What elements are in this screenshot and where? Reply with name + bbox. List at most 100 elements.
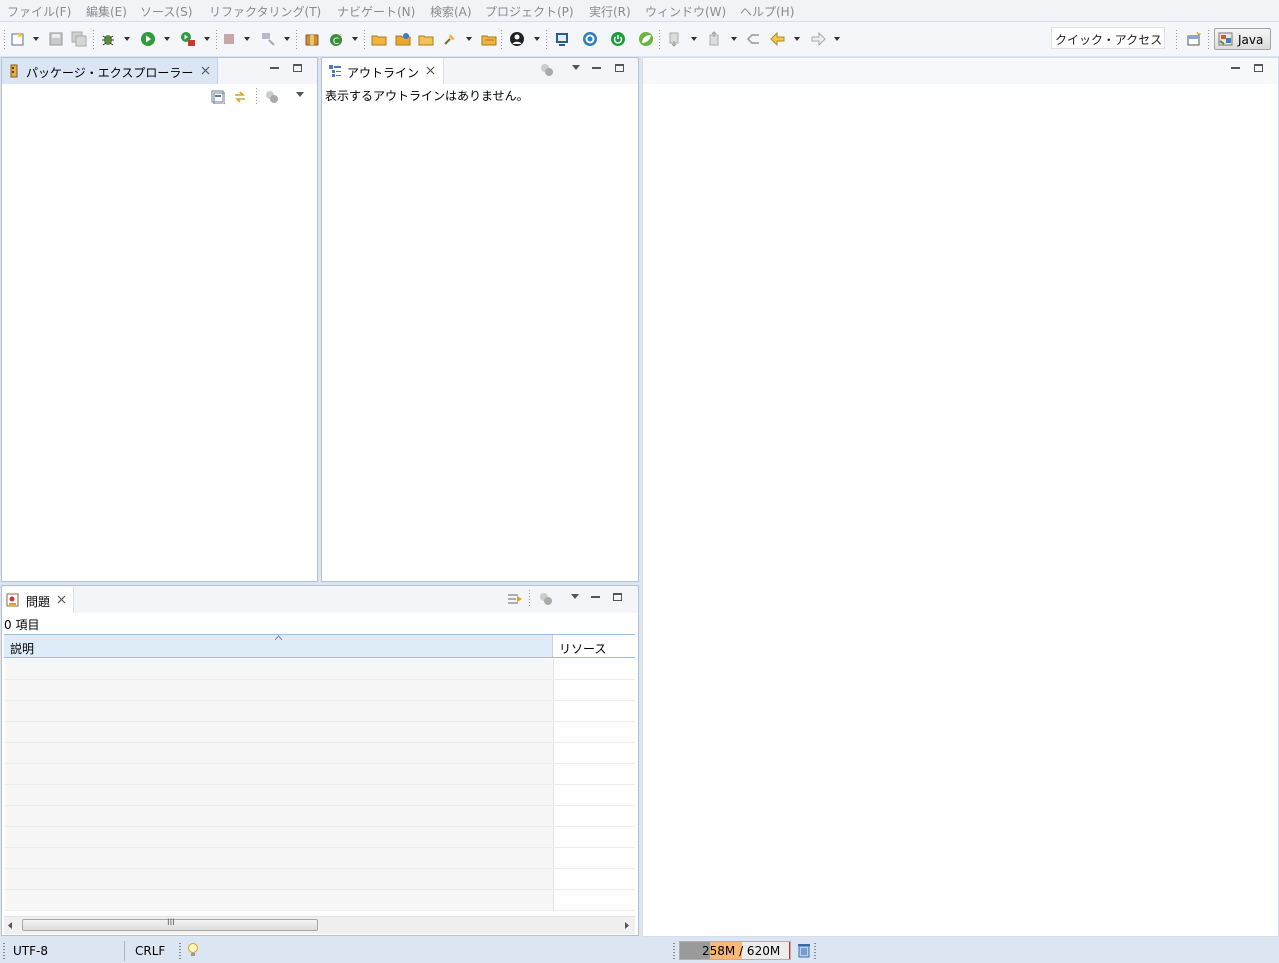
maximize-icon[interactable] [615, 64, 624, 72]
tab-outline[interactable]: アウトライン [322, 58, 444, 84]
power-icon[interactable] [610, 31, 626, 47]
search-icon[interactable] [442, 31, 458, 47]
next-annotation-icon[interactable] [667, 31, 683, 47]
column-header-resource[interactable]: リソース [553, 635, 635, 657]
menu-search[interactable]: 検索(A) [430, 3, 472, 20]
view-menu-icon[interactable] [572, 65, 580, 70]
editor-header [643, 58, 1278, 84]
settings-gear-icon[interactable] [582, 31, 598, 47]
new-icon[interactable] [10, 31, 26, 47]
menu-window[interactable]: ウィンドウ(W) [645, 3, 726, 20]
focus-on-task-icon[interactable] [539, 592, 553, 606]
outline-empty-message: 表示するアウトラインはありません。 [325, 89, 529, 103]
forward-arrow-icon[interactable] [810, 31, 826, 47]
status-bar: UTF-8 CRLF 258M / 620M [0, 939, 1279, 963]
package-explorer-panel [1, 57, 318, 582]
maximize-icon[interactable] [1254, 64, 1263, 72]
menu-help[interactable]: ヘルプ(H) [740, 3, 794, 20]
encoding-status: UTF-8 [13, 944, 48, 958]
heap-status[interactable]: 258M / 620M [679, 941, 791, 960]
new-java-class-icon[interactable]: C [328, 31, 344, 47]
last-edit-location-icon[interactable] [746, 31, 762, 47]
open-folder-icon[interactable] [481, 31, 497, 47]
horizontal-scrollbar[interactable]: III [4, 916, 635, 934]
close-icon[interactable] [57, 595, 66, 604]
column-header-description[interactable]: 説明 [4, 635, 553, 657]
heap-status-text: 258M / 620M [702, 944, 781, 958]
svg-text:C: C [333, 37, 339, 47]
column-label-description: 説明 [10, 642, 35, 656]
tab-problems[interactable]: 問題 [2, 587, 74, 613]
table-row [5, 659, 635, 680]
link-with-editor-icon[interactable] [233, 90, 247, 104]
table-row [5, 890, 635, 911]
minimize-icon[interactable] [592, 67, 601, 69]
problems-icon [6, 593, 19, 607]
spring-leaf-icon[interactable] [638, 31, 654, 47]
menu-source[interactable]: ソース(S) [140, 3, 192, 20]
maximize-icon[interactable] [613, 593, 622, 601]
problems-item-count: 0 項目 [4, 618, 40, 632]
focus-on-task-icon[interactable] [265, 90, 279, 104]
maximize-icon[interactable] [293, 64, 302, 72]
menu-edit[interactable]: 編集(E) [86, 3, 127, 20]
open-type-icon[interactable] [371, 31, 387, 47]
tab-package-explorer[interactable]: パッケージ・エクスプローラー [2, 58, 218, 84]
save-all-icon[interactable] [71, 31, 87, 47]
menu-file[interactable]: ファイル(F) [7, 3, 71, 20]
menu-navigate[interactable]: ナビゲート(N) [337, 3, 415, 20]
table-row [5, 848, 635, 869]
close-icon[interactable] [426, 66, 435, 75]
scroll-left-icon[interactable] [7, 922, 13, 929]
scrollbar-thumb[interactable]: III [22, 918, 318, 931]
menu-bar: ファイル(F) 編集(E) ソース(S) リファクタリング(T) ナビゲート(N… [0, 0, 1279, 22]
user-icon[interactable] [509, 31, 525, 47]
view-menu-icon[interactable] [296, 92, 304, 97]
collapse-all-icon[interactable] [211, 90, 225, 104]
focus-on-task-icon[interactable] [540, 63, 554, 77]
previous-annotation-icon[interactable] [707, 31, 723, 47]
close-icon[interactable] [201, 66, 210, 75]
run-icon[interactable] [140, 31, 156, 47]
save-icon[interactable] [48, 31, 64, 47]
minimize-icon[interactable] [1231, 67, 1240, 69]
problems-title: 問題 [26, 595, 51, 609]
menu-refactor[interactable]: リファクタリング(T) [209, 3, 321, 20]
view-menu-icon[interactable] [571, 594, 579, 599]
table-row [5, 743, 635, 764]
console-icon[interactable] [554, 31, 570, 47]
table-row [5, 869, 635, 890]
outline-panel [321, 57, 639, 582]
java-perspective-button[interactable]: Java [1214, 28, 1271, 50]
sort-ascending-icon [275, 635, 282, 640]
package-explorer-title: パッケージ・エクスプローラー [26, 66, 194, 80]
table-row [5, 827, 635, 848]
problems-table-header: 説明 リソース [4, 634, 635, 658]
new-java-package-icon[interactable] [304, 31, 320, 47]
garbage-collect-trash-icon[interactable] [797, 942, 811, 958]
open-task-icon[interactable] [395, 31, 411, 47]
menu-run[interactable]: 実行(R) [589, 3, 631, 20]
lightbulb-icon[interactable] [187, 942, 199, 958]
back-arrow-icon[interactable] [770, 31, 786, 47]
table-row [5, 701, 635, 722]
editor-area[interactable] [642, 57, 1279, 937]
configure-contents-icon[interactable] [507, 592, 523, 606]
table-row [5, 806, 635, 827]
table-row [5, 764, 635, 785]
heap-max-marker [789, 942, 790, 959]
minimize-icon[interactable] [591, 596, 600, 598]
debug-icon[interactable] [100, 31, 116, 47]
line-delimiter-status: CRLF [135, 944, 166, 958]
quick-access-input[interactable]: クイック・アクセス [1051, 27, 1165, 49]
open-resource-icon[interactable] [418, 31, 434, 47]
menu-project[interactable]: プロジェクト(P) [485, 3, 574, 20]
run-external-tools-icon[interactable] [180, 31, 196, 47]
outline-icon [329, 65, 341, 77]
java-perspective-icon [1218, 32, 1233, 46]
disconnect-icon[interactable] [260, 31, 276, 47]
minimize-icon[interactable] [270, 67, 279, 69]
open-perspective-icon[interactable] [1186, 31, 1202, 47]
scroll-right-icon[interactable] [624, 922, 630, 929]
terminate-icon[interactable] [221, 31, 237, 47]
